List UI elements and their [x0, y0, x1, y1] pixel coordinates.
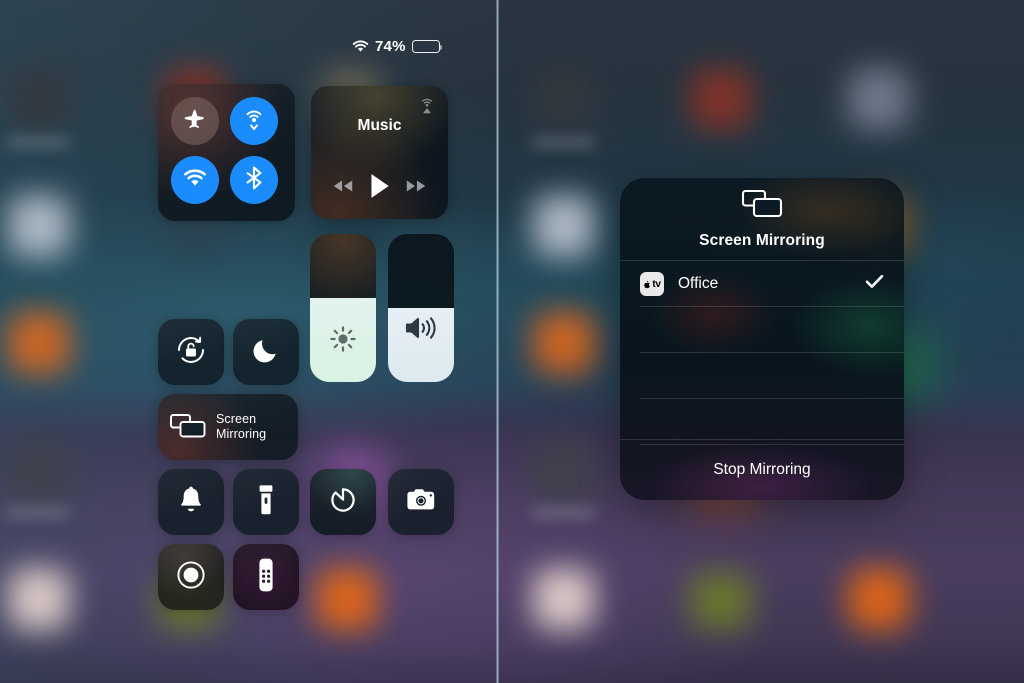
wifi-icon	[352, 40, 369, 53]
brightness-icon	[310, 324, 376, 354]
connectivity-module[interactable]	[158, 84, 295, 221]
airdrop-icon	[241, 106, 267, 137]
ios-control-center-screenshot: 74% Music Screen Mirroring Screen Mirror…	[0, 0, 1024, 683]
home-icon-label-blur	[531, 508, 595, 517]
home-icon-blur	[533, 440, 595, 502]
record-icon	[173, 557, 209, 598]
airdrop-toggle[interactable]	[230, 97, 278, 145]
music-transport-controls	[311, 172, 448, 205]
volume-icon	[388, 314, 454, 342]
timer-toggle[interactable]	[310, 469, 376, 535]
flashlight-toggle[interactable]	[233, 469, 299, 535]
wifi-toggle[interactable]	[171, 156, 219, 204]
moon-icon	[251, 335, 281, 370]
rotation-lock-icon	[174, 333, 208, 372]
device-row-empty	[620, 307, 904, 353]
home-icon-blur	[690, 572, 752, 630]
bluetooth-icon	[242, 165, 266, 196]
camera-toggle[interactable]	[388, 469, 454, 535]
do-not-disturb-toggle[interactable]	[233, 319, 299, 385]
dialog-title: Screen Mirroring	[699, 232, 825, 249]
brightness-slider[interactable]	[310, 234, 376, 382]
timer-icon	[327, 484, 359, 521]
battery-percentage-label: 74%	[375, 38, 406, 55]
screen-mirroring-tile-label: Screen Mirroring	[216, 412, 266, 442]
bluetooth-toggle[interactable]	[230, 156, 278, 204]
home-icon-label-blur	[6, 138, 70, 147]
music-title-label: Music	[357, 117, 402, 134]
home-icon-blur	[848, 568, 910, 630]
screen-mirroring-icon	[169, 411, 207, 444]
apple-tv-badge-label: tv	[652, 278, 661, 290]
device-name-label: Office	[678, 275, 719, 292]
remote-icon	[256, 556, 276, 599]
home-icon-blur	[8, 440, 70, 502]
home-icon-blur	[533, 312, 595, 374]
screen-mirroring-label-line1: Screen	[216, 412, 257, 426]
bell-icon	[177, 485, 205, 520]
home-icon-blur	[8, 68, 70, 130]
home-icon-blur	[533, 195, 595, 257]
device-row-empty	[620, 353, 904, 399]
battery-icon	[411, 40, 443, 53]
camera-icon	[404, 486, 438, 519]
rotation-lock-toggle[interactable]	[158, 319, 224, 385]
home-icon-blur	[316, 568, 378, 630]
screen-mirroring-label-line2: Mirroring	[216, 427, 267, 441]
screen-mirroring-tile[interactable]: Screen Mirroring	[158, 394, 298, 460]
screen-mirroring-dialog: Screen Mirroring tv Office Stop Mirrorin…	[620, 178, 904, 500]
rewind-icon[interactable]	[331, 178, 355, 199]
airplane-icon	[183, 107, 207, 136]
home-icon-blur	[8, 312, 70, 374]
stop-mirroring-label: Stop Mirroring	[713, 461, 811, 478]
home-icon-blur	[690, 68, 752, 130]
status-bar: 74%	[352, 38, 443, 55]
device-row-office[interactable]: tv Office	[620, 261, 904, 307]
flashlight-icon	[257, 483, 275, 522]
apple-tv-badge: tv	[640, 272, 664, 296]
music-module[interactable]: Music	[311, 86, 448, 219]
checkmark-icon	[865, 274, 884, 294]
airplane-mode-toggle[interactable]	[171, 97, 219, 145]
dialog-header: Screen Mirroring	[620, 178, 904, 260]
screen-mirroring-icon	[740, 188, 784, 225]
home-icon-blur	[533, 568, 595, 630]
fast-forward-icon[interactable]	[404, 178, 428, 199]
wifi-icon	[182, 167, 208, 194]
panel-divider	[496, 0, 499, 683]
home-icon-blur	[8, 195, 70, 257]
home-icon-blur	[848, 68, 910, 130]
volume-slider[interactable]	[388, 234, 454, 382]
device-list: tv Office	[620, 261, 904, 445]
home-icon-label-blur	[531, 138, 595, 147]
play-icon[interactable]	[367, 172, 391, 205]
home-icon-blur	[8, 568, 70, 630]
stop-mirroring-button[interactable]: Stop Mirroring	[620, 440, 904, 500]
alarm-toggle[interactable]	[158, 469, 224, 535]
home-icon-blur	[533, 68, 595, 130]
apple-tv-remote-toggle[interactable]	[233, 544, 299, 610]
screen-recording-toggle[interactable]	[158, 544, 224, 610]
home-icon-label-blur	[6, 508, 70, 517]
